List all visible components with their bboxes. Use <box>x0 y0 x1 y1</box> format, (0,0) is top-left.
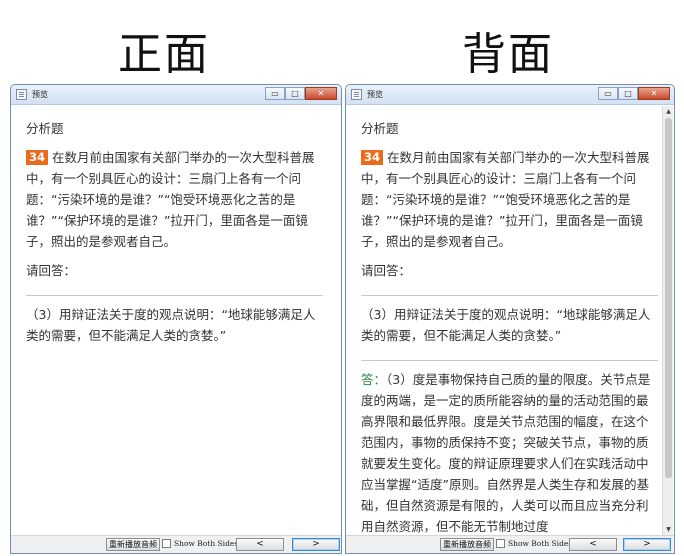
answer-prefix: 答： <box>361 372 387 387</box>
minimize-button[interactable]: ▭ <box>598 87 618 100</box>
scroll-thumb[interactable] <box>665 118 672 478</box>
window-title: 预览 <box>367 90 383 99</box>
question-body: 34 在数月前由国家有关部门举办的一次大型科普展中，有一个别具匠心的设计：三扇门上… <box>361 147 651 252</box>
answer-text: （3）度是事物保持自己质的量的限度。关节点是度的两端，是一定的质所能容纳的量的活… <box>361 372 651 534</box>
previous-button[interactable]: < <box>236 538 284 551</box>
replay-audio-button[interactable]: 重新播放音频 <box>440 538 494 551</box>
answer-prompt: 请回答： <box>26 263 77 278</box>
question-number-badge: 34 <box>26 150 49 165</box>
show-both-sides-toggle[interactable]: Show Both Sides <box>496 539 572 548</box>
maximize-button[interactable]: □ <box>618 87 638 100</box>
scroll-up-icon[interactable]: ▲ <box>664 107 673 116</box>
answer-body: 答：（3）度是事物保持自己质的量的限度。关节点是度的两端，是一定的质所能容纳的量… <box>361 369 651 537</box>
bottom-toolbar: 重新播放音频 Show Both Sides < > <box>346 535 674 553</box>
question-type: 分析题 <box>26 121 64 136</box>
question-text: 在数月前由国家有关部门举办的一次大型科普展中，有一个别具匠心的设计：三扇门上各有… <box>26 150 315 249</box>
show-both-sides-checkbox[interactable] <box>162 539 171 548</box>
scroll-down-icon[interactable]: ▼ <box>664 525 673 534</box>
close-button[interactable]: ✕ <box>638 87 670 100</box>
bottom-toolbar: 重新播放音频 Show Both Sides < > <box>11 535 341 553</box>
show-both-sides-label: Show Both Sides <box>508 539 573 548</box>
window-icon <box>16 89 27 100</box>
divider <box>361 360 658 361</box>
replay-audio-button[interactable]: 重新播放音频 <box>106 538 160 551</box>
card-content: 分析题 34 在数月前由国家有关部门举办的一次大型科普展中，有一个别具匠心的设计：… <box>346 106 662 535</box>
question-text: 在数月前由国家有关部门举办的一次大型科普展中，有一个别具匠心的设计：三扇门上各有… <box>361 150 650 249</box>
window-controls: ▭ □ ✕ <box>598 87 670 100</box>
sub-question: （3）用辩证法关于度的观点说明：“地球能够满足人类的需要，但不能满足人类的贪婪。… <box>361 307 651 343</box>
title-bar: 预览 ▭ □ ✕ <box>11 85 341 105</box>
answer-prompt: 请回答： <box>361 263 412 278</box>
card-content: 分析题 34 在数月前由国家有关部门举办的一次大型科普展中，有一个别具匠心的设计：… <box>11 106 341 535</box>
show-both-sides-label: Show Both Sides <box>174 539 239 548</box>
close-button[interactable]: ✕ <box>305 87 337 100</box>
vertical-scrollbar[interactable]: ▲ ▼ <box>662 106 673 535</box>
question-type: 分析题 <box>361 121 399 136</box>
show-both-sides-toggle[interactable]: Show Both Sides <box>162 539 238 548</box>
divider <box>361 295 658 296</box>
minimize-button[interactable]: ▭ <box>265 87 285 100</box>
front-side-label: 正面 <box>118 29 210 80</box>
next-button[interactable]: > <box>292 538 340 551</box>
question-number-badge: 34 <box>361 150 384 165</box>
sub-question: （3）用辩证法关于度的观点说明：“地球能够满足人类的需要，但不能满足人类的贪婪。… <box>26 307 316 343</box>
question-body: 34 在数月前由国家有关部门举办的一次大型科普展中，有一个别具匠心的设计：三扇门上… <box>26 147 316 252</box>
show-both-sides-checkbox[interactable] <box>496 539 505 548</box>
preview-window-back: 预览 ▭ □ ✕ 分析题 34 在数月前由国家有关部门举办的一次大型科普展中，有一… <box>345 84 675 554</box>
window-icon <box>351 89 362 100</box>
preview-window-front: 预览 ▭ □ ✕ 分析题 34 在数月前由国家有关部门举办的一次大型科普展中，有一… <box>10 84 342 554</box>
divider <box>26 295 323 296</box>
title-bar: 预览 ▭ □ ✕ <box>346 85 674 105</box>
next-button[interactable]: > <box>623 538 671 551</box>
window-controls: ▭ □ ✕ <box>265 87 337 100</box>
previous-button[interactable]: < <box>569 538 617 551</box>
window-title: 预览 <box>32 90 48 99</box>
back-side-label: 背面 <box>462 29 554 80</box>
maximize-button[interactable]: □ <box>285 87 305 100</box>
